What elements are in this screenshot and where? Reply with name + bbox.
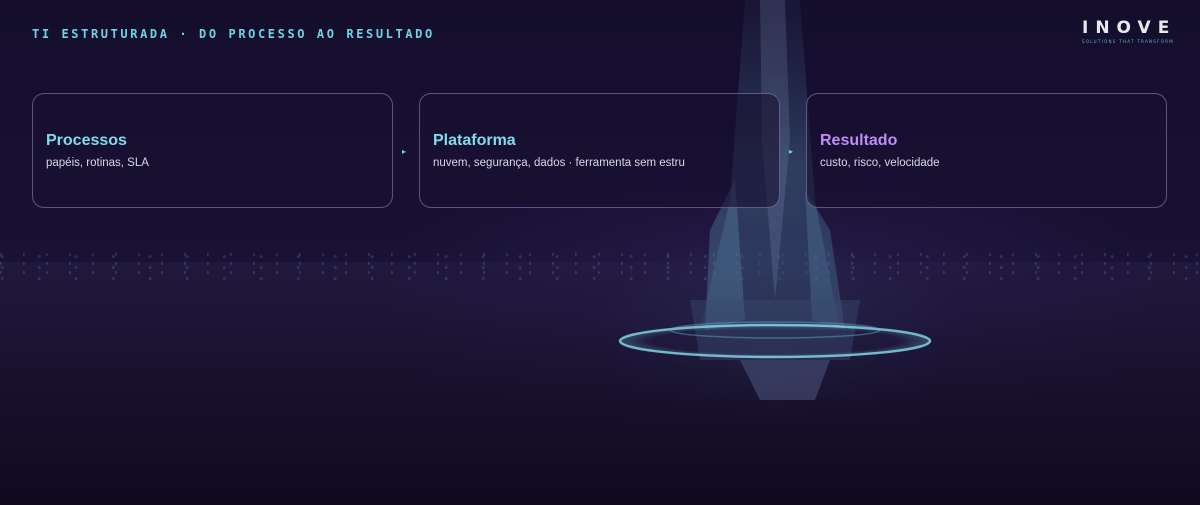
step-card-plataforma: Plataforma nuvem, segurança, dados · fer… xyxy=(419,93,780,208)
crystal-tower-illustration xyxy=(618,0,932,400)
step-subtitle: nuvem, segurança, dados · ferramenta sem… xyxy=(433,157,685,169)
step-subtitle: custo, risco, velocidade xyxy=(820,157,940,169)
step-card-resultado: Resultado custo, risco, velocidade xyxy=(806,93,1167,208)
slide: TI ESTRUTURADA · DO PROCESSO AO RESULTAD… xyxy=(0,0,1200,505)
step-subtitle: papéis, rotinas, SLA xyxy=(46,157,149,169)
brand-logo: INOVE SOLUTIONS THAT TRANSFORM xyxy=(1082,18,1174,46)
step-title: Processos xyxy=(46,132,127,149)
logo-wordmark: INOVE xyxy=(1082,18,1177,38)
step-title: Resultado xyxy=(820,132,898,149)
flow-arrow-icon: ▸ xyxy=(789,147,794,156)
step-card-processos: Processos papéis, rotinas, SLA xyxy=(32,93,393,208)
page-title: TI ESTRUTURADA · DO PROCESSO AO RESULTAD… xyxy=(32,27,435,41)
logo-tagline: SOLUTIONS THAT TRANSFORM xyxy=(1082,39,1175,44)
step-title: Plataforma xyxy=(433,132,516,149)
flow-arrow-icon: ▸ xyxy=(402,147,407,156)
